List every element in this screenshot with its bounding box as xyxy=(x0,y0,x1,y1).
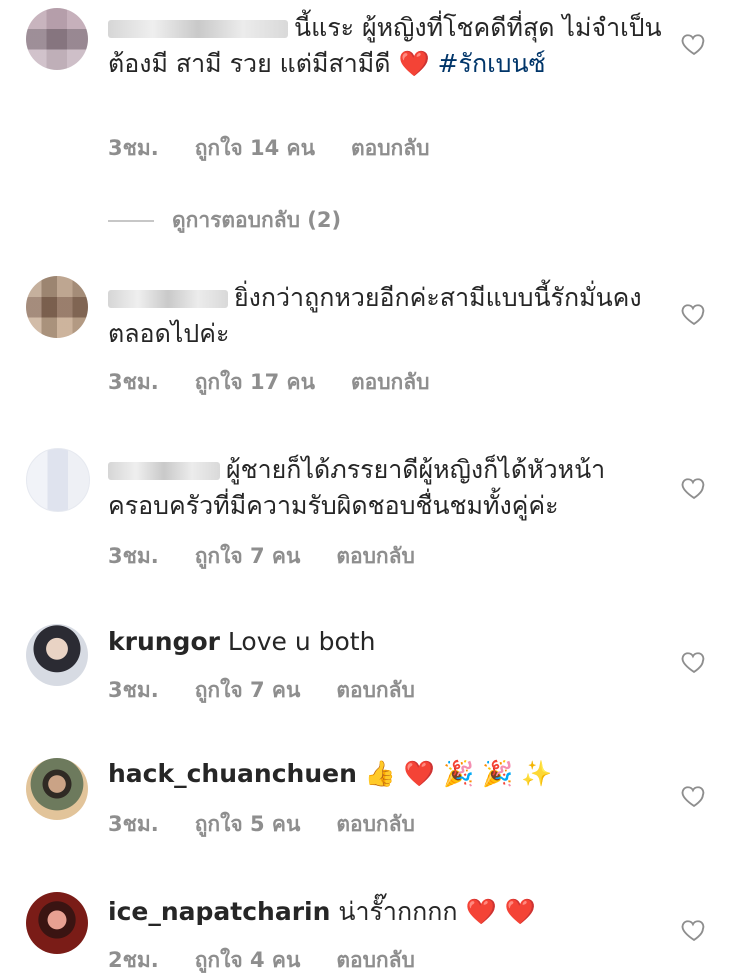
like-count[interactable]: ถูกใจ 14 คน xyxy=(195,136,315,160)
reply-button[interactable]: ตอบกลับ xyxy=(351,136,430,160)
username-link[interactable]: krungor xyxy=(108,627,220,656)
avatar[interactable] xyxy=(26,758,88,820)
comment-text: น่ารั๊ากกกก ❤️ ❤️ xyxy=(338,897,536,926)
like-count[interactable]: ถูกใจ 5 คน xyxy=(195,812,301,836)
heart-outline-icon[interactable] xyxy=(680,30,708,58)
comment-meta: 3ชม. ถูกใจ 7 คน ตอบกลับ xyxy=(108,540,451,573)
hashtag-link[interactable]: #รักเบนซ์ xyxy=(438,49,546,78)
reply-button[interactable]: ตอบกลับ xyxy=(336,544,415,568)
avatar[interactable] xyxy=(26,448,90,512)
reply-button[interactable]: ตอบกลับ xyxy=(336,812,415,836)
username-link[interactable]: hack_chuanchuen xyxy=(108,759,357,788)
comment-body: ยิ่งกว่าถูกหวยอีกค่ะสามีแบบนี้รักมั่นคงต… xyxy=(108,280,668,352)
comment-time: 3ชม. xyxy=(108,370,159,394)
comment-meta: 3ชม. ถูกใจ 5 คน ตอบกลับ xyxy=(108,808,451,841)
heart-emoji: ❤️ xyxy=(398,49,430,78)
comment-body: นี้แระ ผู้หญิงที่โชคดีที่สุด ไม่จำเป็นต้… xyxy=(108,10,668,82)
like-count[interactable]: ถูกใจ 17 คน xyxy=(195,370,315,394)
heart-outline-icon[interactable] xyxy=(680,474,708,502)
like-count[interactable]: ถูกใจ 4 คน xyxy=(195,948,301,972)
comment-body: krungor Love u both xyxy=(108,624,668,660)
comment-meta: 2ชม. ถูกใจ 4 คน ตอบกลับ xyxy=(108,944,451,977)
comment-body: ผู้ชายก็ได้ภรรยาดีผู้หญิงก็ได้หัวหน้าครอ… xyxy=(108,452,668,524)
avatar[interactable] xyxy=(26,8,88,70)
avatar[interactable] xyxy=(26,892,88,954)
comment-meta: 3ชม. ถูกใจ 14 คน ตอบกลับ xyxy=(108,132,465,165)
reply-button[interactable]: ตอบกลับ xyxy=(351,370,430,394)
comment-time: 3ชม. xyxy=(108,544,159,568)
comment-time: 3ชม. xyxy=(108,812,159,836)
comment-meta: 3ชม. ถูกใจ 7 คน ตอบกลับ xyxy=(108,674,451,707)
heart-outline-icon[interactable] xyxy=(680,300,708,328)
divider-line xyxy=(108,219,154,222)
username-blurred[interactable] xyxy=(108,20,288,38)
comment-time: 2ชม. xyxy=(108,948,159,972)
username-link[interactable]: ice_napatcharin xyxy=(108,897,330,926)
comment-body: hack_chuanchuen 👍 ❤️ 🎉 🎉 ✨ xyxy=(108,756,668,792)
comment-text: 👍 ❤️ 🎉 🎉 ✨ xyxy=(364,759,553,788)
view-replies-label[interactable]: ดูการตอบกลับ (2) xyxy=(172,204,341,237)
comment-text: Love u both xyxy=(227,627,376,656)
comment-time: 3ชม. xyxy=(108,678,159,702)
heart-outline-icon[interactable] xyxy=(680,648,708,676)
comment-meta: 3ชม. ถูกใจ 17 คน ตอบกลับ xyxy=(108,366,465,399)
reply-button[interactable]: ตอบกลับ xyxy=(336,678,415,702)
reply-button[interactable]: ตอบกลับ xyxy=(336,948,415,972)
heart-outline-icon[interactable] xyxy=(680,782,708,810)
avatar[interactable] xyxy=(26,276,88,338)
username-blurred[interactable] xyxy=(108,290,228,308)
like-count[interactable]: ถูกใจ 7 คน xyxy=(195,544,301,568)
heart-outline-icon[interactable] xyxy=(680,916,708,944)
avatar[interactable] xyxy=(26,624,88,686)
comment-time: 3ชม. xyxy=(108,136,159,160)
like-count[interactable]: ถูกใจ 7 คน xyxy=(195,678,301,702)
comment-body: ice_napatcharin น่ารั๊ากกกก ❤️ ❤️ xyxy=(108,894,668,930)
view-replies-button[interactable]: ดูการตอบกลับ (2) xyxy=(108,204,341,237)
username-blurred[interactable] xyxy=(108,462,220,480)
